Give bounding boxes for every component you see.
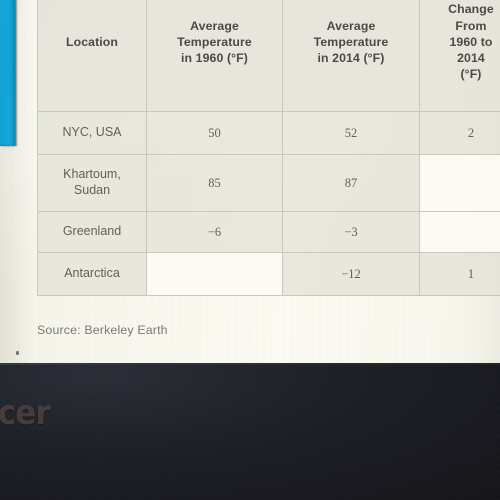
column-header-avg-2014-line-2: Temperature (313, 34, 389, 49)
column-header-change: Change From 1960 to 2014 (°F) (419, 0, 500, 112)
cell-avg-1960: 50 (146, 111, 283, 155)
cell-location: NYC, USA (37, 111, 147, 155)
blue-page-tab-shadow (15, 0, 18, 146)
table-row: NYC, USA 50 52 2 (37, 111, 500, 155)
column-header-change-line-1: Change (448, 2, 494, 17)
cell-location: Khartoum, Sudan (37, 154, 147, 212)
cell-avg-1960: −6 (146, 211, 283, 253)
column-header-avg-2014-line-1: Average (326, 18, 376, 33)
temperature-table: Location Average Temperature in 1960 (°F… (37, 0, 500, 296)
page-speck (16, 351, 19, 355)
bezel-top-edge (0, 363, 500, 365)
table-body: NYC, USA 50 52 2 Khartoum, Sudan 85 87 G… (37, 111, 500, 296)
temperature-table-container: Location Average Temperature in 1960 (°F… (37, 0, 500, 296)
table-row: Khartoum, Sudan 85 87 (37, 154, 500, 212)
cell-avg-2014: 87 (282, 154, 420, 212)
cell-location-line-2: Sudan (73, 183, 111, 197)
screenshot-root: Location Average Temperature in 1960 (°F… (0, 0, 500, 500)
cell-change: 2 (419, 111, 500, 155)
laptop-bezel (0, 363, 500, 500)
acer-brand-logo: acer (0, 393, 51, 433)
table-header-row: Location Average Temperature in 1960 (°F… (37, 0, 500, 112)
table-header: Location Average Temperature in 1960 (°F… (37, 0, 500, 112)
cell-avg-2014: −3 (282, 211, 420, 253)
column-header-avg-2014-line-3: in 2014 (°F) (317, 51, 385, 66)
table-row: Greenland −6 −3 (37, 211, 500, 253)
cell-location-line-1: Khartoum, (63, 167, 121, 182)
cell-location-line-1: Antarctica (64, 266, 120, 281)
column-header-change-line-4: 2014 (457, 51, 485, 66)
cell-change-empty (419, 154, 500, 212)
cell-location-line-1: NYC, USA (62, 125, 122, 140)
column-header-change-line-2: From (455, 18, 487, 33)
column-header-avg-1960-line-1: Average (190, 18, 239, 33)
cell-change: 1 (419, 252, 500, 296)
column-header-avg-1960: Average Temperature in 1960 (°F) (146, 0, 283, 112)
cell-avg-2014: −12 (282, 252, 420, 296)
column-header-location-line-1: Location (65, 34, 119, 49)
cell-avg-1960-empty (146, 252, 283, 296)
column-header-change-line-3: 1960 to (449, 34, 493, 49)
blue-page-tab-strip (0, 0, 15, 146)
bezel-texture (0, 363, 500, 500)
column-header-avg-1960-line-3: in 1960 (°F) (181, 51, 248, 66)
column-header-avg-1960-line-2: Temperature (177, 34, 252, 49)
source-caption: Source: Berkeley Earth (37, 323, 168, 337)
cell-location: Antarctica (37, 252, 147, 296)
column-header-location: Location (37, 0, 147, 112)
cell-location-line-1: Greenland (62, 224, 122, 239)
cell-location: Greenland (37, 211, 147, 253)
cell-change-empty (419, 211, 500, 253)
column-header-change-line-5: (°F) (460, 67, 482, 82)
cell-avg-1960: 85 (146, 154, 283, 212)
column-header-avg-2014: Average Temperature in 2014 (°F) (282, 0, 420, 112)
cell-avg-2014: 52 (282, 111, 420, 155)
table-row: Antarctica −12 1 (37, 252, 500, 296)
